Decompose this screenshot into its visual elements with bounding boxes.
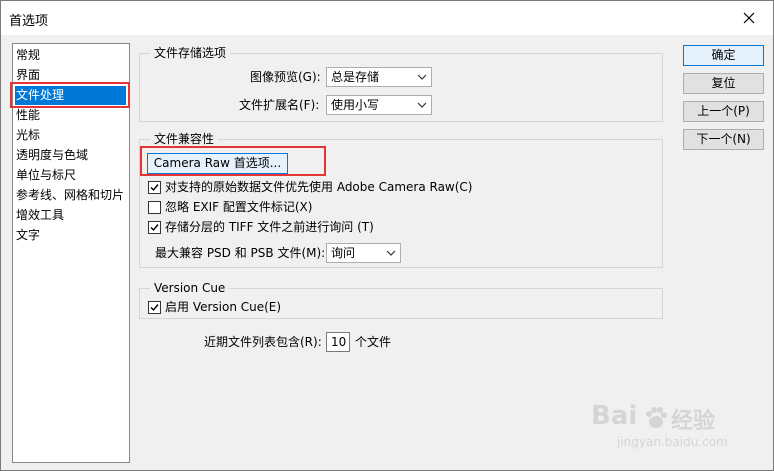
image-preview-label: 图像预览(G):	[250, 70, 321, 84]
title-bar: 首选项	[1, 1, 773, 35]
sidebar-item-guides[interactable]: 参考线、网格和切片	[15, 186, 126, 205]
checkmark-icon	[150, 184, 159, 192]
file-save-legend: 文件存储选项	[150, 46, 231, 60]
version-cue-legend: Version Cue	[150, 281, 230, 295]
image-preview-value: 总是存储	[331, 70, 380, 84]
checkmark-icon	[150, 304, 159, 312]
window-title: 首选项	[9, 14, 49, 29]
acr-label: 对支持的原始数据文件优先使用 Adobe Camera Raw(C)	[165, 180, 473, 194]
max-compat-value: 询问	[331, 246, 356, 260]
sidebar-item-performance[interactable]: 性能	[15, 106, 126, 125]
reset-button[interactable]: 复位	[683, 73, 764, 94]
version-cue-label: 启用 Version Cue(E)	[165, 300, 282, 314]
chevron-down-icon	[417, 102, 427, 108]
sidebar-item-plugins[interactable]: 增效工具	[15, 206, 126, 225]
exif-label: 忽略 EXIF 配置文件标记(X)	[165, 200, 313, 214]
tiff-checkbox[interactable]	[148, 221, 161, 234]
checkmark-icon	[150, 224, 159, 232]
max-compat-select[interactable]: 询问	[326, 243, 401, 263]
extension-value: 使用小写	[331, 98, 380, 112]
paw-icon	[646, 407, 667, 428]
chevron-down-icon	[386, 250, 396, 256]
chevron-down-icon	[417, 74, 427, 80]
acr-checkbox[interactable]	[148, 181, 161, 194]
extension-label: 文件扩展名(F):	[239, 98, 320, 112]
extension-select[interactable]: 使用小写	[326, 95, 432, 115]
baidu-watermark: Bai 经验 jingyan.baidu.com	[591, 401, 771, 461]
watermark-brand-suffix: 经验	[671, 409, 716, 434]
close-icon	[743, 12, 755, 24]
sidebar-item-general[interactable]: 常规	[15, 46, 126, 65]
preferences-dialog: 首选项 常规 界面 文件处理 性能 光标 透明度与色域 单位与标尺 参考线、网格…	[0, 0, 774, 471]
previous-button[interactable]: 上一个(P)	[683, 101, 764, 122]
sidebar-item-units[interactable]: 单位与标尺	[15, 166, 126, 185]
sidebar-item-transparency[interactable]: 透明度与色域	[15, 146, 126, 165]
watermark-brand: Bai	[591, 401, 638, 431]
sidebar-item-type[interactable]: 文字	[15, 226, 126, 245]
recent-files-label: 近期文件列表包含(R):	[204, 335, 322, 349]
category-list[interactable]: 常规 界面 文件处理 性能 光标 透明度与色域 单位与标尺 参考线、网格和切片 …	[12, 43, 130, 463]
watermark-url: jingyan.baidu.com	[617, 435, 728, 449]
tiff-label: 存储分层的 TIFF 文件之前进行询问 (T)	[165, 220, 374, 234]
camera-raw-prefs-button[interactable]: Camera Raw 首选项...	[147, 153, 288, 174]
recent-files-suffix: 个文件	[355, 335, 392, 349]
exif-checkbox[interactable]	[148, 201, 161, 214]
version-cue-checkbox[interactable]	[148, 301, 161, 314]
image-preview-select[interactable]: 总是存储	[326, 67, 432, 87]
sidebar-item-interface[interactable]: 界面	[15, 66, 126, 85]
file-compat-legend: 文件兼容性	[150, 132, 219, 146]
close-button[interactable]	[729, 3, 769, 33]
recent-files-input[interactable]: 10	[326, 332, 350, 352]
next-button[interactable]: 下一个(N)	[683, 129, 764, 150]
ok-button[interactable]: 确定	[683, 45, 764, 66]
sidebar-item-file-handling[interactable]: 文件处理	[15, 86, 126, 105]
max-compat-label: 最大兼容 PSD 和 PSB 文件(M):	[155, 246, 326, 260]
sidebar-item-cursors[interactable]: 光标	[15, 126, 126, 145]
